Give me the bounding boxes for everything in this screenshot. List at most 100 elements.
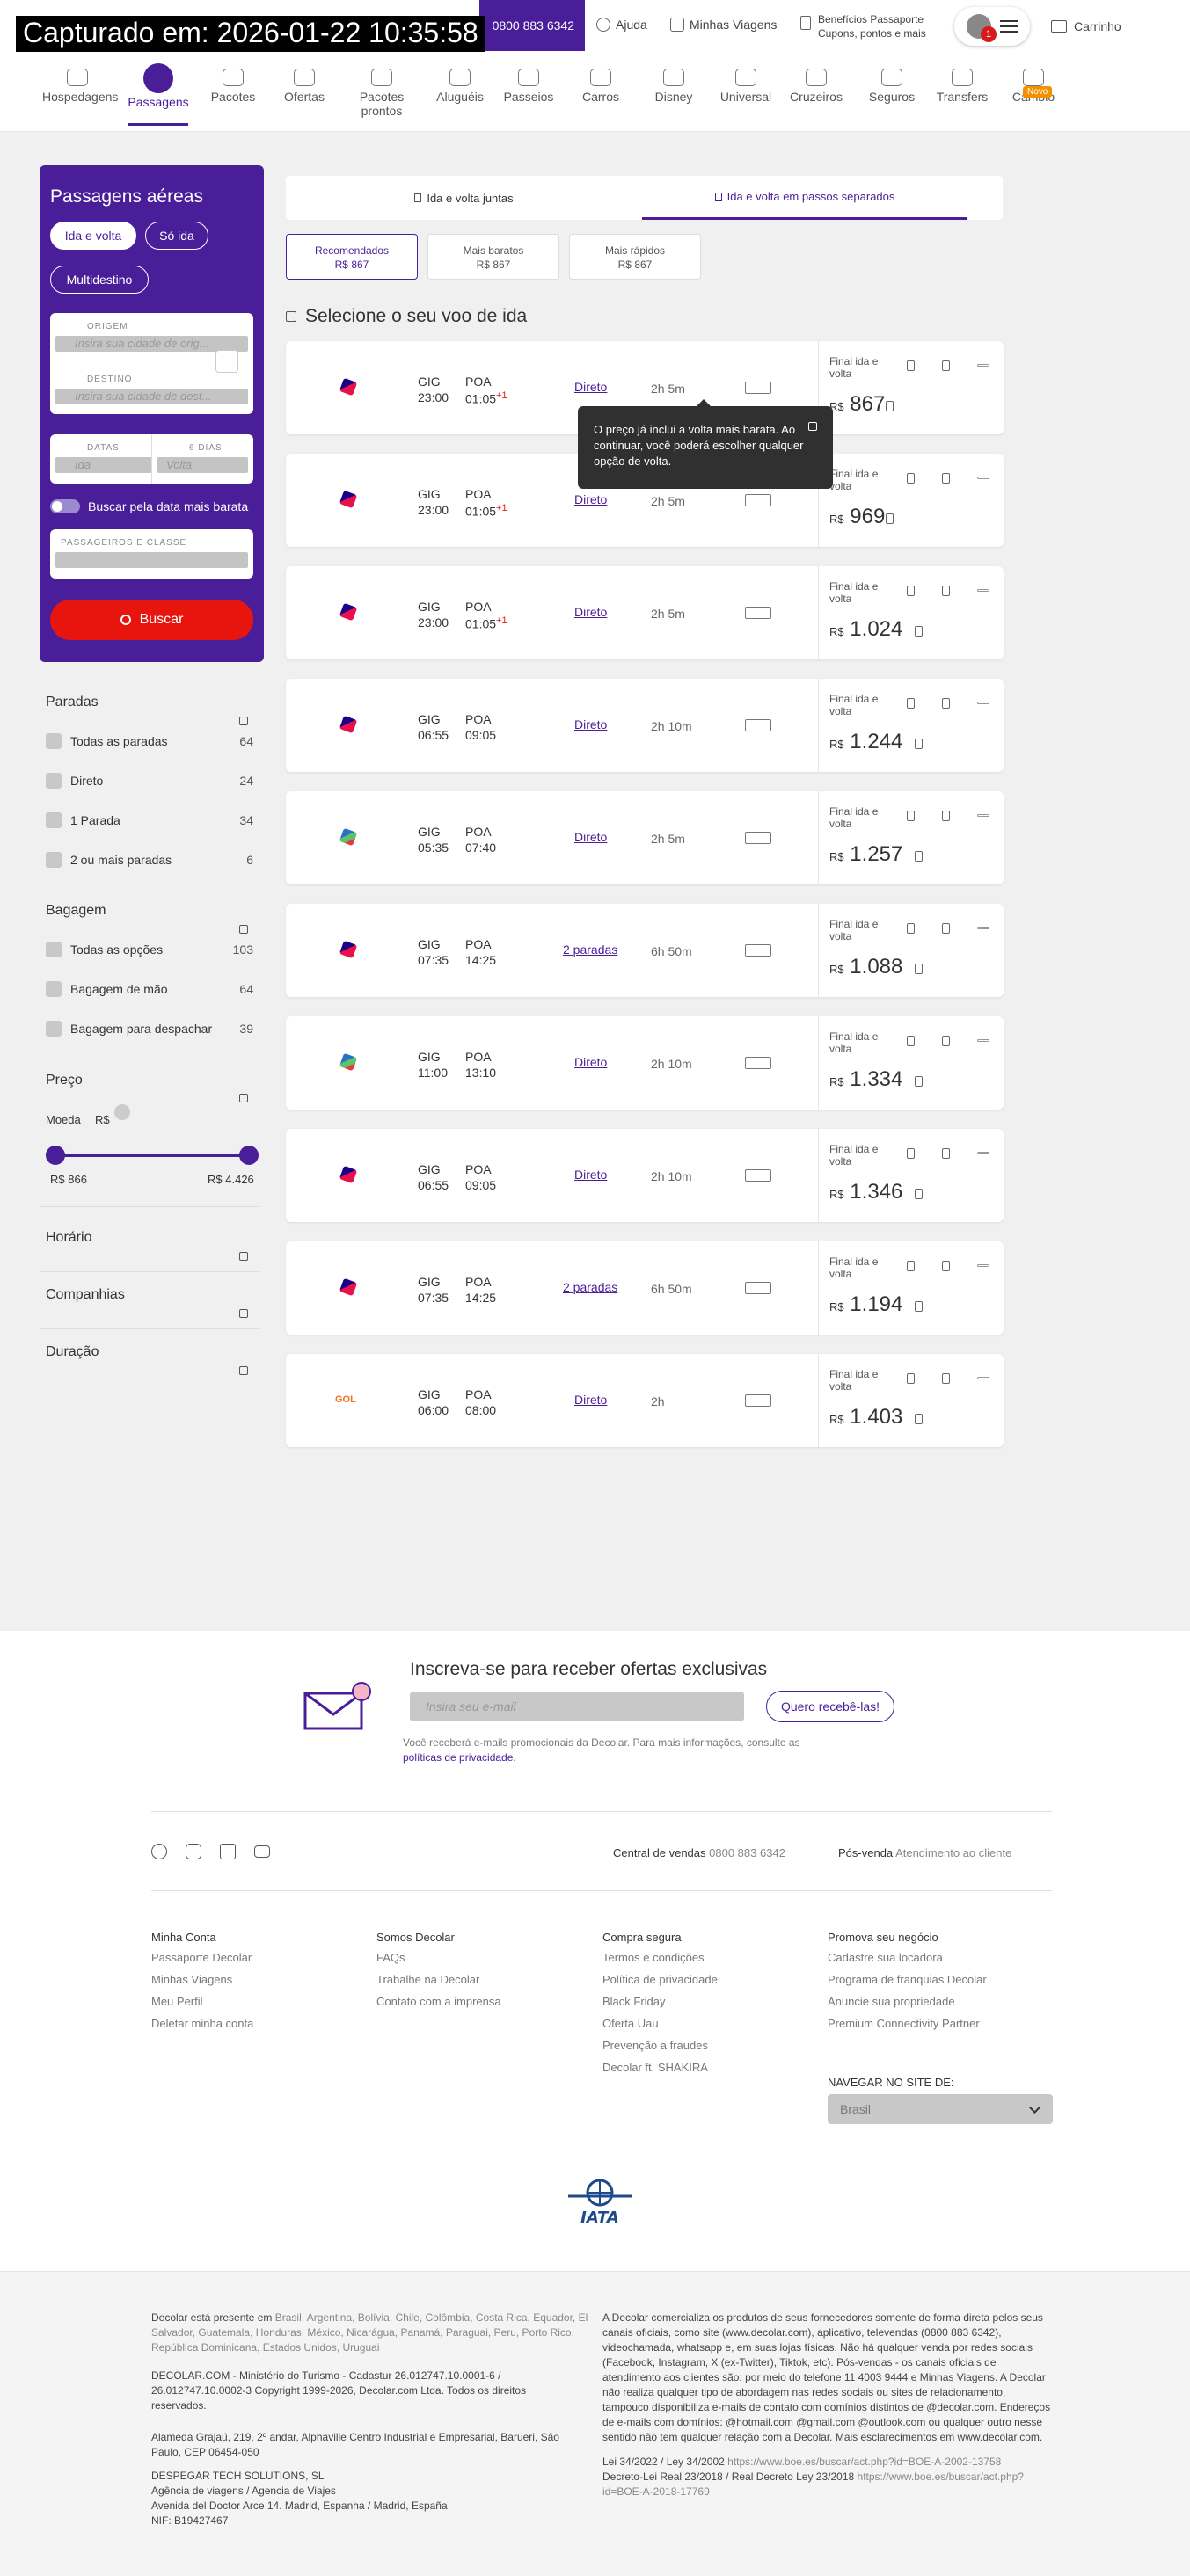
footer-link[interactable]: Premium Connectivity Partner	[828, 2017, 980, 2030]
footer-link[interactable]: Política de privacidade	[602, 1973, 718, 1986]
share-icon[interactable]	[942, 1373, 950, 1384]
close-icon[interactable]	[808, 422, 817, 431]
more-icon[interactable]	[977, 927, 989, 929]
filter-option[interactable]: Bagagem para despachar 39	[46, 1021, 253, 1037]
info-icon[interactable]	[907, 1261, 915, 1271]
newsletter-subscribe-button[interactable]: Quero recebê-las!	[766, 1691, 894, 1722]
filter-option[interactable]: Todas as paradas 64	[46, 733, 253, 749]
stops-link[interactable]: Direto	[574, 380, 607, 394]
my-trips-link[interactable]: Minhas Viagens	[670, 18, 777, 32]
chevron-up-icon[interactable]	[239, 925, 248, 934]
nav-pacotes[interactable]: Pacotes	[198, 63, 268, 104]
stops-link[interactable]: Direto	[574, 717, 607, 731]
info-icon[interactable]	[907, 360, 915, 371]
chevron-down-icon[interactable]	[239, 1366, 248, 1375]
passengers-input[interactable]	[55, 552, 248, 568]
flight-card[interactable]: GIG 23:00 POA 01:05+1 Direto 2h 5m Final ida e…	[286, 566, 1004, 659]
nav-passeios[interactable]: Passeios	[493, 63, 564, 104]
nav-universal[interactable]: Universal	[711, 63, 781, 104]
flight-card[interactable]: GIG 07:35 POA 14:25 2 paradas 6h 50m Final ida…	[286, 904, 1004, 997]
nav-hospedagens[interactable]: Hospedagens	[42, 63, 118, 104]
chevron-down-icon[interactable]	[239, 1252, 248, 1261]
filter-option[interactable]: 2 ou mais paradas 6	[46, 852, 253, 868]
youtube-icon[interactable]	[254, 1845, 270, 1858]
info-icon[interactable]	[907, 586, 915, 596]
filter-option[interactable]: Direto 24	[46, 773, 253, 789]
trip-type-oneway[interactable]: Só ida	[145, 222, 208, 250]
footer-link[interactable]: Prevenção a fraudes	[602, 2039, 708, 2052]
nav-cruzeiros[interactable]: Cruzeiros	[781, 63, 851, 104]
nav-seguros[interactable]: Seguros	[857, 63, 927, 104]
share-icon[interactable]	[942, 473, 950, 484]
checkbox[interactable]	[46, 852, 62, 868]
trip-type-roundtrip[interactable]: Ida e volta	[50, 222, 136, 250]
stops-link[interactable]: Direto	[574, 1055, 607, 1069]
price-info-icon[interactable]	[915, 851, 923, 862]
share-icon[interactable]	[942, 1148, 950, 1159]
price-slider-min-handle[interactable]	[46, 1146, 65, 1165]
more-icon[interactable]	[977, 814, 989, 817]
price-info-icon[interactable]	[886, 401, 894, 411]
departure-date-input[interactable]: Ida	[55, 457, 152, 473]
nav-carros[interactable]: Carros	[566, 63, 636, 104]
trip-type-multicity[interactable]: Multidestino	[50, 266, 149, 294]
more-icon[interactable]	[977, 1039, 989, 1042]
filter-duration-title[interactable]: Duração	[46, 1344, 99, 1360]
swap-icon[interactable]	[215, 350, 238, 373]
law-1-link[interactable]: https://www.boe.es/buscar/act.php?id=BOE…	[727, 2456, 1001, 2468]
price-info-icon[interactable]	[915, 1301, 923, 1312]
info-icon[interactable]	[907, 698, 915, 709]
info-icon[interactable]	[907, 1373, 915, 1384]
filter-schedule-title[interactable]: Horário	[46, 1230, 91, 1246]
stops-link[interactable]: 2 paradas	[563, 942, 617, 957]
sales-phone[interactable]: 0800 883 6342	[479, 0, 585, 51]
flight-card[interactable]: GIG 11:00 POA 13:10 Direto 2h 10m Final ida ev…	[286, 1016, 1004, 1110]
filter-option[interactable]: Todas as opções 103	[46, 942, 253, 957]
price-info-icon[interactable]	[886, 513, 894, 524]
checkbox[interactable]	[46, 1021, 62, 1037]
price-info-icon[interactable]	[915, 1189, 923, 1199]
footer-link[interactable]: Meu Perfil	[151, 1995, 203, 2008]
nav-ofertas[interactable]: Ofertas	[269, 63, 339, 104]
sort-fastest[interactable]: Mais rápidos R$ 867	[569, 234, 701, 280]
help-link[interactable]: Ajuda	[596, 18, 647, 32]
price-info-icon[interactable]	[915, 1414, 923, 1424]
info-icon[interactable]	[907, 473, 915, 484]
return-date-input[interactable]: Volta	[157, 457, 248, 473]
flight-card[interactable]: GIG 05:35 POA 07:40 Direto 2h 5m Final ida e vo…	[286, 791, 1004, 884]
info-icon[interactable]	[907, 811, 915, 821]
checkbox[interactable]	[46, 773, 62, 789]
nav-passagens[interactable]: Passagens	[123, 63, 193, 126]
benefits-link[interactable]: Benefícios Passaporte Cupons, pontos e ma…	[800, 12, 926, 40]
footer-link[interactable]: Programa de franquias Decolar	[828, 1973, 987, 1986]
footer-link[interactable]: Decolar ft. SHAKIRA	[602, 2061, 708, 2074]
price-info-icon[interactable]	[915, 739, 923, 749]
stops-link[interactable]: Direto	[574, 830, 607, 844]
price-info-icon[interactable]	[915, 964, 923, 974]
nav-pacotes[interactable]: Pacotes prontos	[347, 63, 417, 118]
privacy-policy-link[interactable]: políticas de privacidade.	[403, 1751, 516, 1764]
stops-link[interactable]: Direto	[574, 605, 607, 619]
share-icon[interactable]	[942, 1261, 950, 1271]
share-icon[interactable]	[942, 586, 950, 596]
search-button[interactable]: Buscar	[50, 600, 253, 640]
country-select[interactable]: Brasil	[828, 2094, 1053, 2124]
flight-card[interactable]: GOL GIG 06:00 POA 08:00 Direto 2h Final ida e vo…	[286, 1354, 1004, 1447]
checkbox[interactable]	[46, 733, 62, 749]
footer-link[interactable]: Minhas Viagens	[151, 1973, 232, 1986]
more-icon[interactable]	[977, 364, 989, 367]
chevron-up-icon[interactable]	[239, 717, 248, 725]
nav-disney[interactable]: Disney	[639, 63, 709, 104]
more-icon[interactable]	[977, 1264, 989, 1267]
footer-sales-phone[interactable]: Central de vendas 0800 883 6342	[613, 1846, 785, 1859]
price-slider-track[interactable]	[55, 1154, 249, 1157]
filter-option[interactable]: Bagagem de mão 64	[46, 981, 253, 997]
share-icon[interactable]	[942, 698, 950, 709]
footer-link[interactable]: FAQs	[376, 1951, 405, 1964]
info-icon[interactable]	[907, 1036, 915, 1046]
nav-alugueis[interactable]: Aluguéis	[425, 63, 495, 104]
footer-link[interactable]: Passaporte Decolar	[151, 1951, 252, 1964]
share-icon[interactable]	[942, 923, 950, 934]
more-icon[interactable]	[977, 1377, 989, 1379]
more-icon[interactable]	[977, 702, 989, 704]
